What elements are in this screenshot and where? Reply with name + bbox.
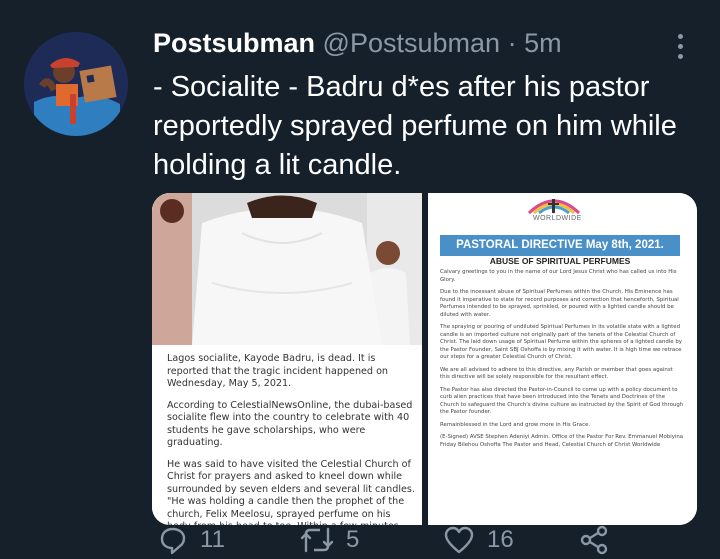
tweet-timestamp[interactable]: 5m	[524, 28, 562, 58]
reply-icon	[160, 527, 186, 554]
avatar[interactable]	[24, 32, 128, 136]
directive-paragraph: Calvary greetings to you in the name of …	[440, 269, 677, 283]
avatar-illustration	[24, 32, 128, 136]
directive-paragraph: (E-Signed) AVSE Stephen Adeniyi Admin. O…	[440, 434, 684, 448]
display-name[interactable]: Postsubman	[153, 28, 315, 58]
article-text: Lagos socialite, Kayode Badru, is dead. …	[167, 353, 417, 525]
tweet-actions: 11 5 16	[0, 520, 720, 559]
directive-body: Calvary greetings to you in the name of …	[440, 269, 684, 454]
article-photo	[152, 193, 422, 345]
retweet-count: 5	[346, 525, 360, 553]
document-header: WORLDWIDE	[533, 215, 582, 222]
share-icon	[580, 525, 608, 554]
retweet-icon	[300, 527, 334, 552]
directive-paragraph: Remainblessed in the Lord and grow more …	[440, 421, 591, 428]
share-button[interactable]	[578, 520, 622, 559]
more-icon[interactable]	[670, 30, 690, 66]
directive-paragraph: The spraying or pouring of undiluted Spi…	[440, 324, 682, 360]
like-count: 16	[487, 525, 514, 553]
tweet-text: - Socialite - Badru d*es after his pasto…	[153, 71, 677, 181]
directive-title: PASTORAL DIRECTIVE May 8th, 2021.	[440, 235, 680, 256]
reply-count: 11	[200, 525, 225, 553]
retweet-button[interactable]: 5	[300, 520, 359, 559]
directive-subtitle: ABUSE OF SPIRITUAL PERFUMES	[489, 256, 631, 266]
like-icon	[444, 526, 474, 553]
church-logo	[527, 199, 581, 215]
article-paragraph: Lagos socialite, Kayode Badru, is dead. …	[167, 353, 389, 389]
like-button[interactable]: 16	[443, 520, 514, 559]
article-paragraph: He was said to have visited the Celestia…	[167, 458, 415, 526]
tweet-header: Postsubman @Postsubman · 5m	[153, 28, 562, 59]
reply-button[interactable]: 11	[158, 520, 225, 559]
user-handle[interactable]: @Postsubman	[323, 28, 501, 58]
separator-dot: ·	[507, 28, 517, 58]
article-paragraph: According to CelestialNewsOnline, the du…	[167, 399, 413, 449]
media-image-document[interactable]: WORLDWIDE PASTORAL DIRECTIVE May 8th, 20…	[428, 193, 697, 525]
tweet-media[interactable]: Lagos socialite, Kayode Badru, is dead. …	[152, 193, 697, 525]
directive-paragraph: The Pastor has also directed the Pastor-…	[440, 386, 684, 416]
media-image-article[interactable]: Lagos socialite, Kayode Badru, is dead. …	[152, 193, 422, 525]
directive-paragraph: We are all advised to adhere to this dir…	[440, 366, 673, 381]
directive-paragraph: Due to the incessant abuse of Spiritual …	[440, 289, 679, 318]
